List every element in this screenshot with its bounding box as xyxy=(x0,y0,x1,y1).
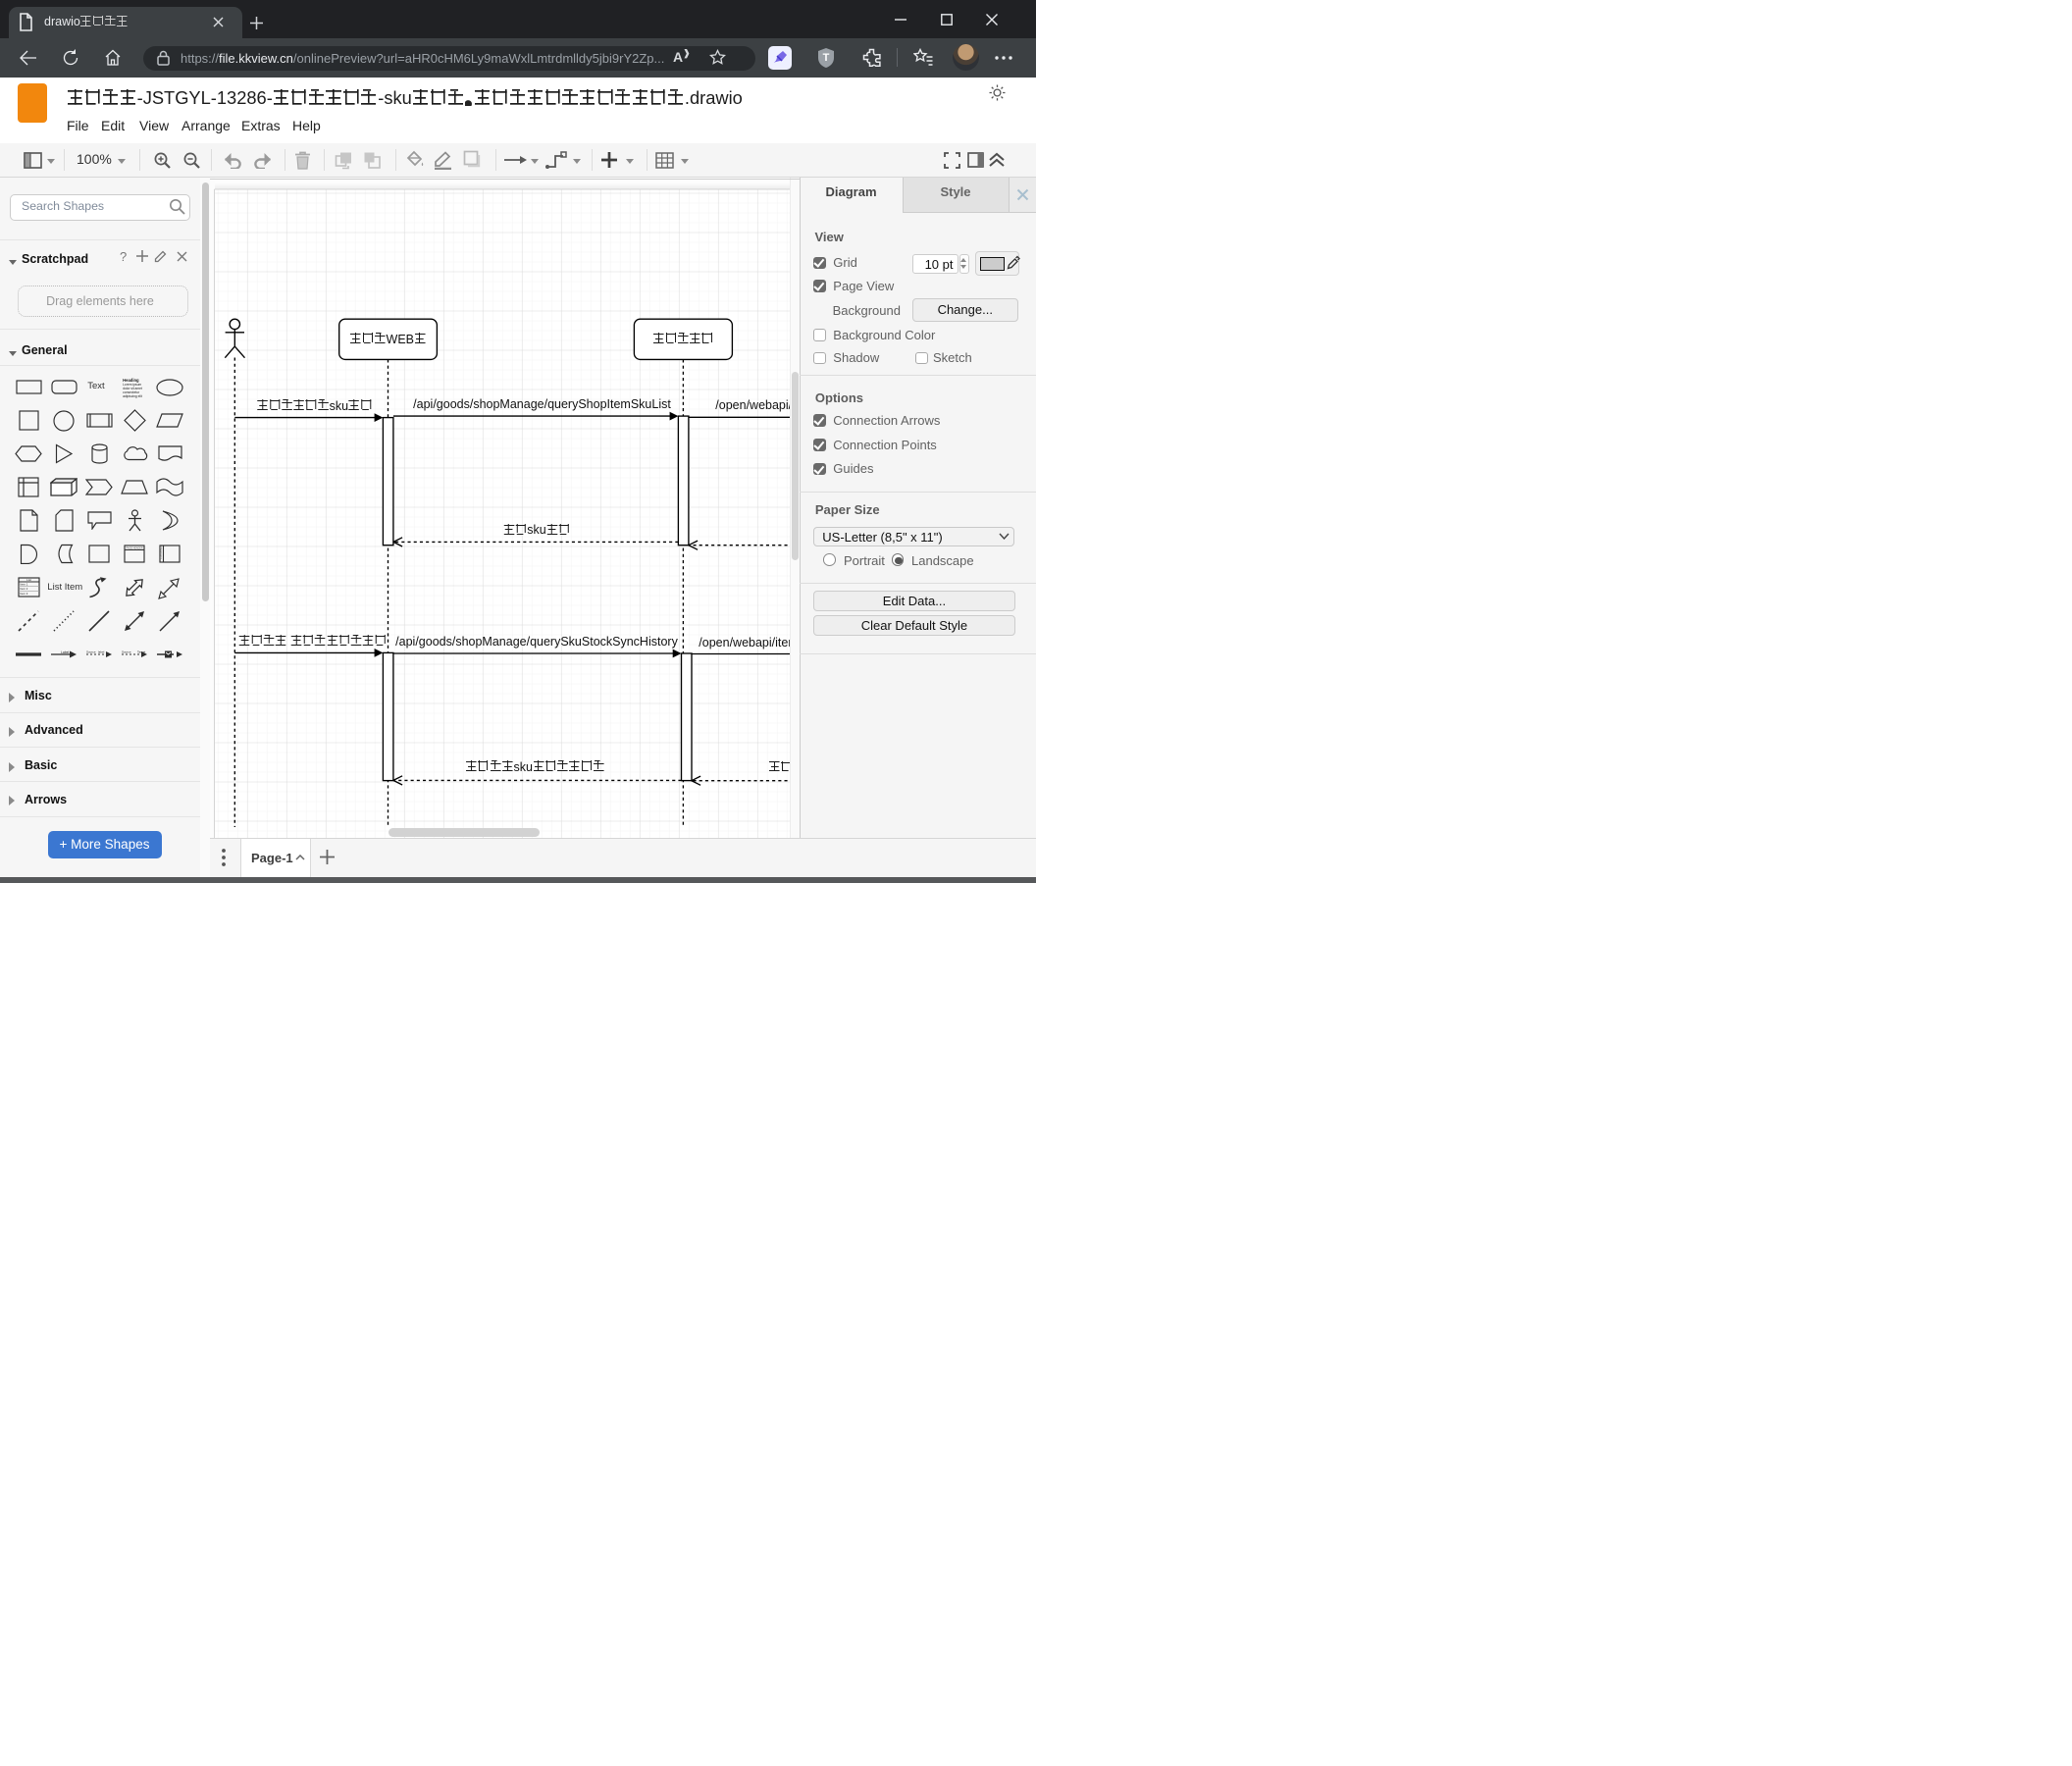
svg-text:label: label xyxy=(98,649,105,653)
svg-text:Target: Target xyxy=(137,649,146,653)
svg-text:Item 1: Item 1 xyxy=(20,583,27,587)
svg-text:Source: Source xyxy=(122,649,131,653)
svg-text:PAGE HEADER: PAGE HEADER xyxy=(127,547,143,550)
svg-text:Source: Source xyxy=(86,649,96,653)
svg-text:Item 2: Item 2 xyxy=(20,588,27,592)
svg-text:Item 3: Item 3 xyxy=(20,592,27,596)
svg-text:List: List xyxy=(26,578,31,582)
svg-text:T: T xyxy=(823,52,830,64)
svg-text:CONTAINER: CONTAINER xyxy=(160,545,163,559)
svg-text:Label: Label xyxy=(61,650,70,654)
